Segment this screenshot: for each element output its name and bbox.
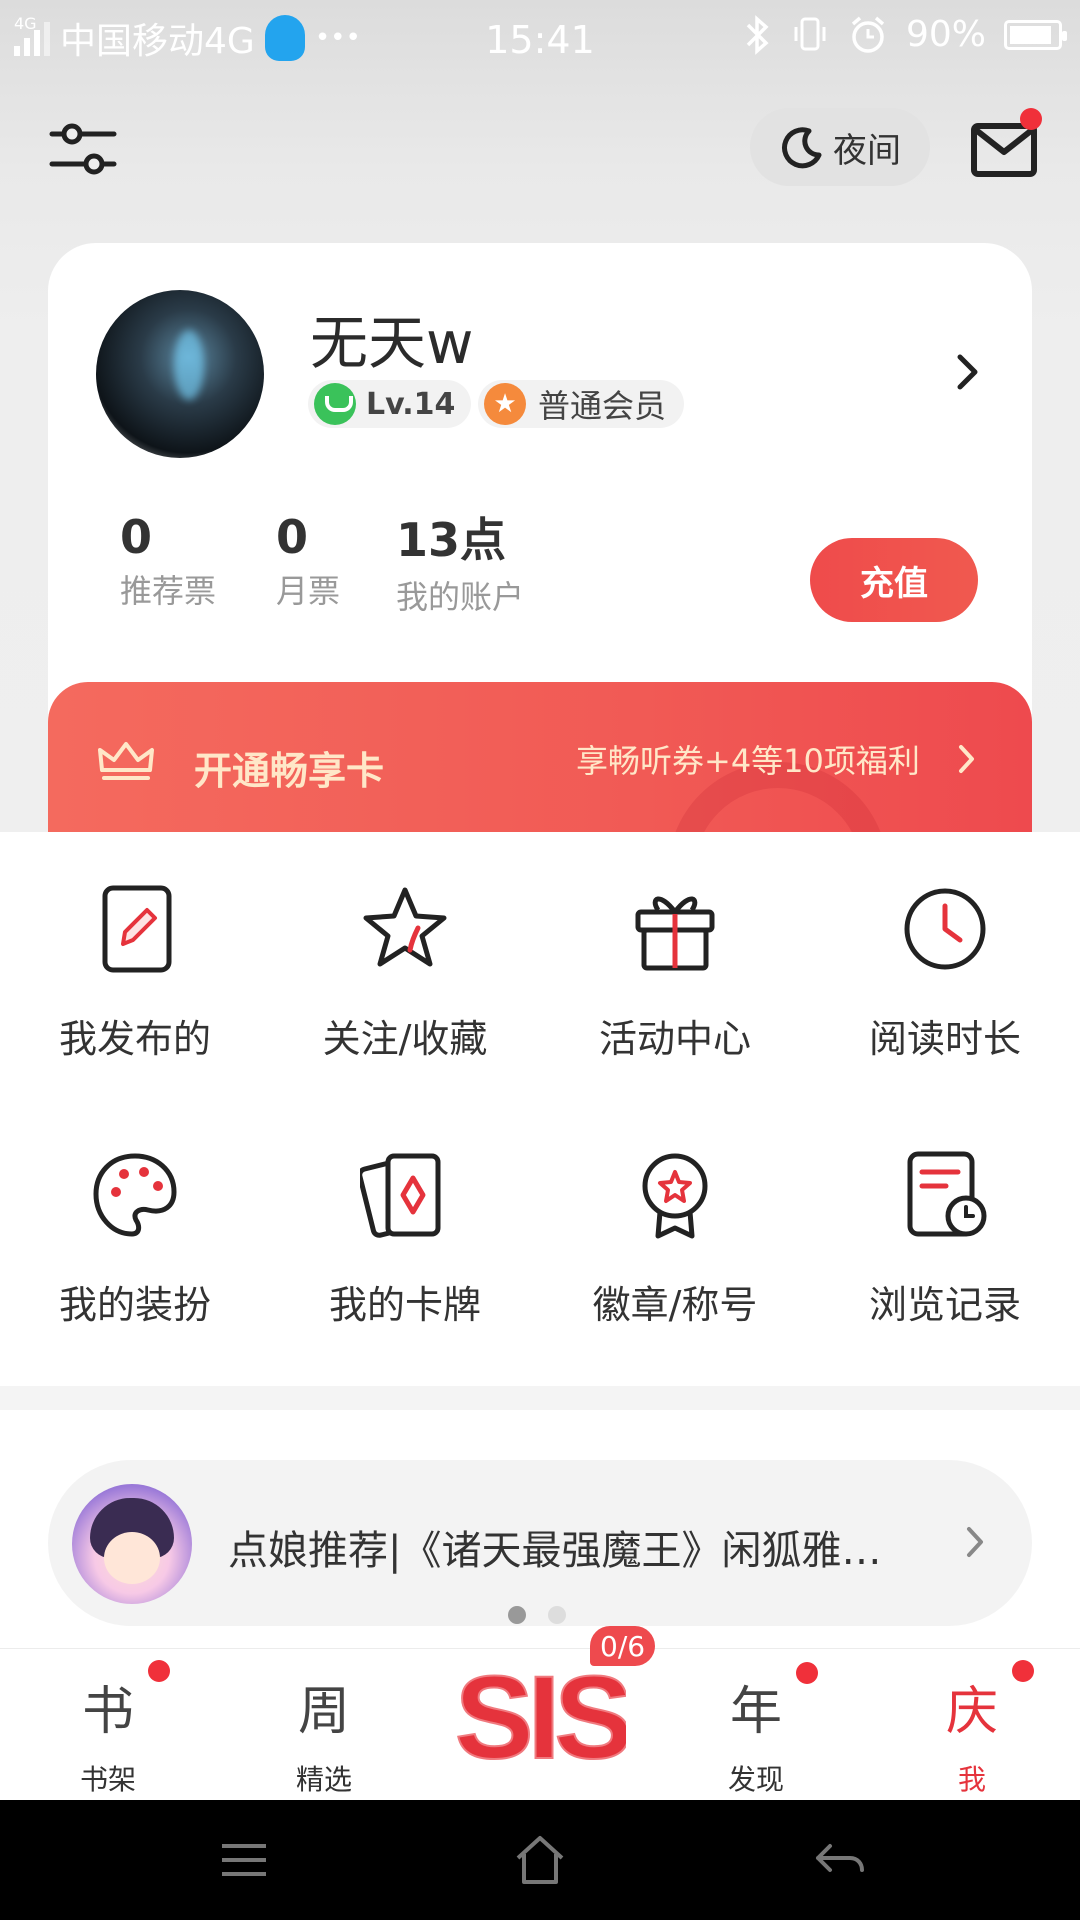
settings-sliders-icon[interactable] — [48, 118, 118, 180]
tab-label: 我 — [957, 1763, 986, 1796]
account-balance: 13点 — [396, 513, 507, 567]
bookshelf-badge-dot — [148, 1660, 170, 1682]
profile-chevron-right-icon[interactable] — [955, 352, 981, 392]
badge-icon — [642, 1153, 708, 1239]
tab-discover[interactable]: 年 发现 — [676, 1672, 836, 1798]
featured-icon: 周 — [297, 1682, 350, 1742]
avatar[interactable] — [96, 290, 264, 458]
carousel-dots — [508, 1606, 566, 1624]
moon-icon — [782, 127, 822, 169]
alarm-icon — [851, 16, 885, 53]
discover-badge-dot — [796, 1662, 818, 1684]
grid-item-reading-time[interactable]: 阅读时长 — [810, 884, 1080, 1063]
grid-item-my-posts[interactable]: 我发布的 — [0, 884, 270, 1063]
cards-icon — [360, 1153, 441, 1238]
member-text: 普通会员 — [538, 387, 667, 425]
tab-label: 书架 — [79, 1763, 136, 1796]
member-badge[interactable]: ★ 普通会员 — [478, 380, 685, 428]
star-badge-icon: ★ — [484, 383, 526, 425]
edit-icon — [102, 885, 172, 973]
bluetooth-icon — [746, 14, 769, 55]
tab-label: 精选 — [295, 1763, 352, 1796]
tab-bookshelf[interactable]: 书 书架 — [28, 1672, 188, 1798]
tab-label: 发现 — [727, 1763, 784, 1796]
back-icon[interactable] — [810, 1830, 870, 1890]
carousel-dot-active — [508, 1606, 526, 1624]
grid-item-activity-center[interactable]: 活动中心 — [540, 884, 810, 1063]
level-badge[interactable]: Lv.14 — [308, 380, 472, 428]
grid-item-browse-history[interactable]: 浏览记录 — [810, 1150, 1080, 1329]
grid-label: 我发布的 — [58, 1017, 211, 1061]
account-stat[interactable]: 13点 我的账户 — [396, 504, 524, 618]
grid-item-my-cards[interactable]: 我的卡牌 — [270, 1150, 540, 1329]
monthly-ticket-label: 月票 — [276, 572, 341, 610]
battery-percent: 90% — [905, 14, 986, 55]
vibrate-icon — [794, 17, 826, 50]
recommendation-chevron-right-icon[interactable] — [966, 1526, 984, 1558]
grid-label: 浏览记录 — [868, 1283, 1021, 1327]
vip-title: 开通畅享卡 — [194, 748, 385, 793]
grid-item-my-decoration[interactable]: 我的装扮 — [0, 1150, 270, 1329]
discover-icon: 年 — [729, 1682, 782, 1742]
recommender-avatar — [72, 1484, 192, 1604]
grid-label: 活动中心 — [598, 1017, 751, 1061]
night-mode-button[interactable]: 夜间 — [750, 108, 930, 186]
grid-label: 关注/收藏 — [322, 1017, 488, 1061]
carousel-dot — [548, 1606, 566, 1624]
palette-icon — [93, 1153, 177, 1237]
recommend-ticket-label: 推荐票 — [120, 572, 217, 610]
me-icon: 庆 — [945, 1682, 998, 1742]
recommendation-text[interactable]: 点娘推荐|《诸天最强魔王》闲狐雅… — [228, 1518, 918, 1576]
recommend-ticket-value: 0 — [120, 510, 153, 564]
night-mode-label: 夜间 — [833, 130, 901, 171]
account-label: 我的账户 — [396, 578, 525, 616]
home-icon[interactable] — [510, 1830, 570, 1890]
svg-text:SIS: SIS — [456, 1652, 626, 1776]
history-icon — [907, 1151, 987, 1237]
grid-label: 徽章/称号 — [592, 1283, 758, 1327]
tab-me[interactable]: 庆 我 — [892, 1672, 1052, 1798]
monthly-ticket-stat[interactable]: 0 月票 — [276, 510, 340, 612]
clock-icon — [904, 888, 986, 970]
crown-icon — [98, 742, 154, 780]
me-badge-dot — [1012, 1660, 1034, 1682]
username[interactable]: 无天w — [310, 296, 473, 380]
recommend-ticket-stat[interactable]: 0 推荐票 — [120, 510, 216, 612]
star-icon — [363, 887, 447, 967]
grid-label: 我的装扮 — [58, 1283, 211, 1327]
grid-label: 我的卡牌 — [328, 1283, 481, 1327]
battery-icon — [1004, 19, 1067, 50]
tab-featured[interactable]: 周 精选 — [244, 1672, 404, 1798]
level-icon — [314, 383, 356, 425]
grid-item-follow-favorites[interactable]: 关注/收藏 — [270, 884, 540, 1063]
center-progress-badge: 0/6 — [590, 1626, 656, 1666]
gift-icon — [635, 896, 715, 971]
menu-icon[interactable] — [214, 1830, 274, 1890]
status-bar: 4G 中国移动4G ••• 15:41 90% — [0, 0, 1080, 76]
mail-notification-dot — [1020, 108, 1042, 130]
grid-item-badges-titles[interactable]: 徽章/称号 — [540, 1150, 810, 1329]
bookshelf-icon: 书 — [81, 1682, 134, 1742]
recharge-button[interactable]: 充值 — [810, 538, 978, 622]
level-text: Lv.14 — [366, 386, 456, 422]
vip-description: 享畅听券+4等10项福利 — [576, 742, 920, 780]
section-divider — [0, 1386, 1080, 1410]
grid-label: 阅读时长 — [868, 1017, 1021, 1061]
monthly-ticket-value: 0 — [276, 510, 309, 564]
vip-chevron-right-icon — [959, 745, 974, 773]
